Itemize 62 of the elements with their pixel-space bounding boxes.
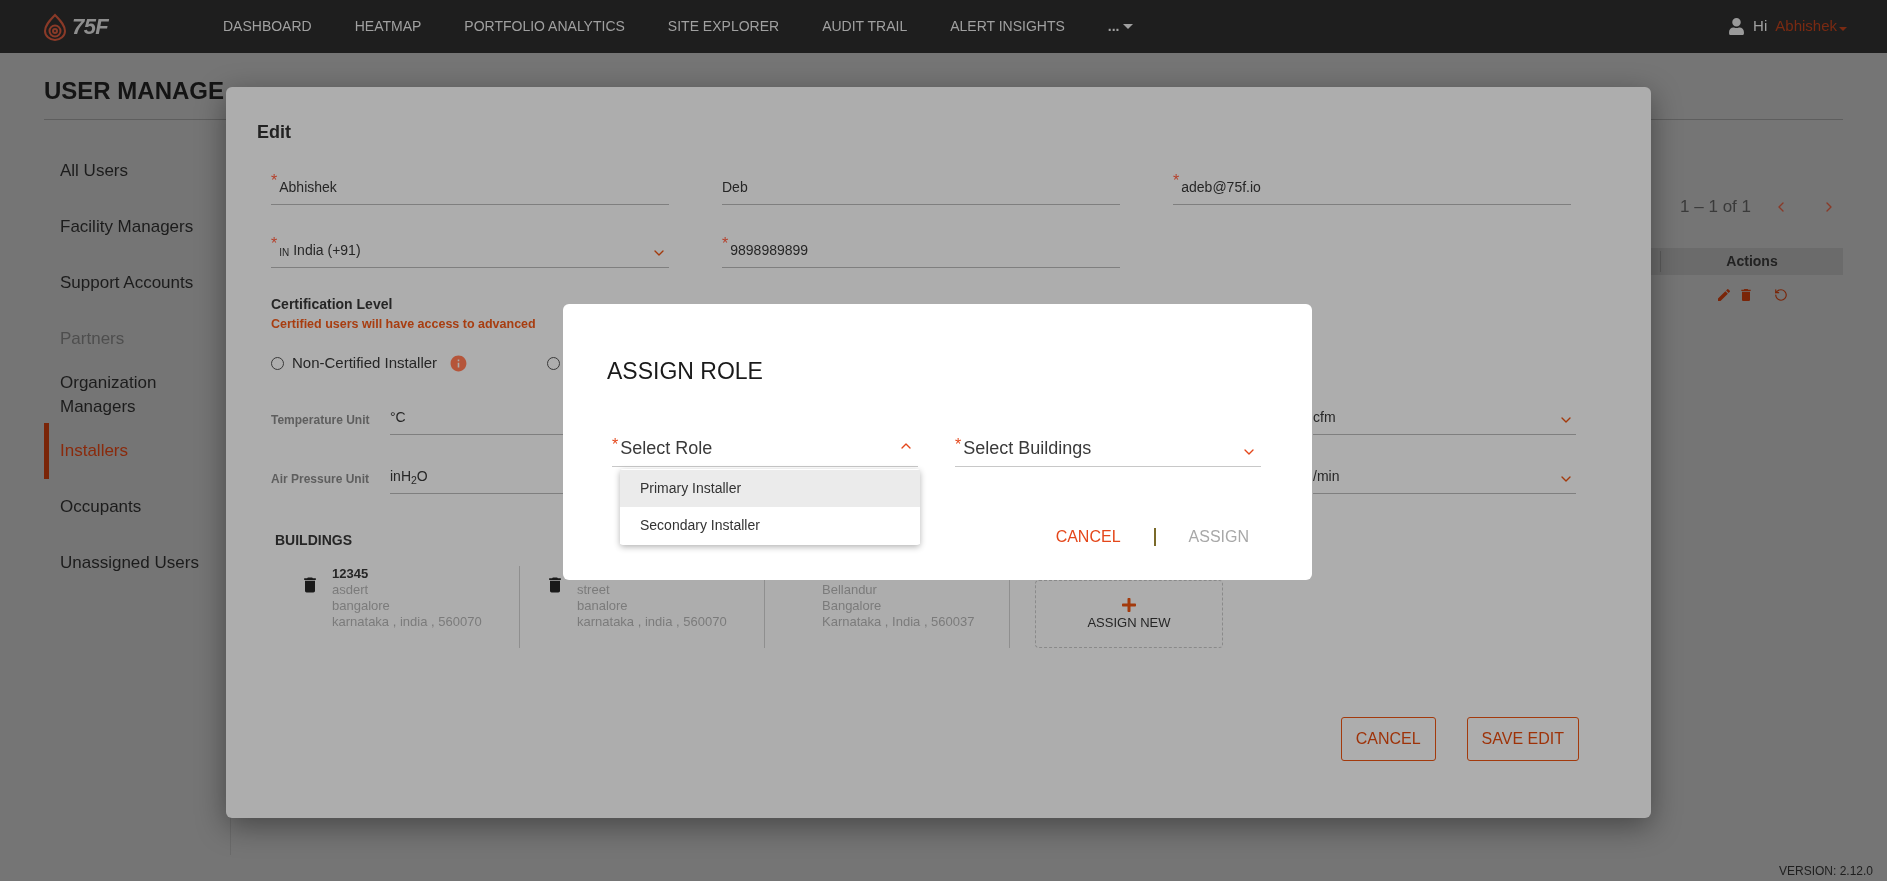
dialog-title: ASSIGN ROLE bbox=[607, 358, 763, 384]
field-value: 9898989899 bbox=[730, 241, 809, 260]
text-field[interactable]: Deb bbox=[722, 173, 1120, 205]
sidebar-item[interactable]: Unassigned Users bbox=[44, 535, 230, 591]
nav-link[interactable]: DASHBOARD bbox=[223, 16, 312, 37]
required-mark: * bbox=[955, 436, 962, 453]
section-title: Certification Level bbox=[271, 295, 394, 314]
edit-icon[interactable] bbox=[1715, 286, 1732, 303]
sidebar-item[interactable]: All Users bbox=[44, 143, 230, 199]
caret-icon bbox=[1123, 24, 1134, 29]
select-field[interactable]: *Select Role bbox=[612, 436, 918, 467]
nav-link[interactable]: HEATMAP bbox=[354, 16, 422, 37]
required-mark: * bbox=[612, 436, 619, 453]
page-title: USER MANAGE bbox=[44, 77, 224, 104]
field-value: India (+91) bbox=[293, 241, 361, 260]
unit-select[interactable]: cfm bbox=[1313, 403, 1576, 436]
field-value: cfm bbox=[1313, 408, 1336, 428]
nav-link[interactable]: ALERT INSIGHTS bbox=[950, 16, 1065, 37]
unit-label: Air Pressure Unit bbox=[271, 471, 371, 489]
nav-link[interactable]: SITE EXPLORER bbox=[667, 16, 780, 37]
sidebar-item[interactable]: Occupants bbox=[44, 479, 230, 535]
country-code: IN bbox=[279, 246, 290, 260]
required-mark: * bbox=[271, 173, 278, 189]
field-value: adeb@75f.io bbox=[1181, 178, 1261, 197]
required-mark: * bbox=[1173, 173, 1180, 189]
flame-logo-icon bbox=[42, 12, 68, 41]
version-text: VERSION: 2.12.0 bbox=[1778, 863, 1873, 880]
field-value: °C bbox=[390, 408, 406, 428]
caret-icon bbox=[1839, 26, 1847, 31]
dialog-title: Edit bbox=[257, 122, 291, 142]
field-value: Abhishek bbox=[279, 178, 337, 197]
section-title: BUILDINGS bbox=[275, 532, 352, 549]
user-icon bbox=[1728, 18, 1746, 35]
sidebar-item[interactable]: Organization Managers bbox=[44, 367, 230, 423]
cancel-button[interactable]: CANCEL bbox=[1055, 524, 1121, 549]
field-value: Deb bbox=[722, 178, 748, 197]
pagination-text: 1 – 1 of 1 bbox=[1680, 196, 1751, 218]
select-placeholder: Select Role bbox=[620, 436, 713, 460]
logo-text: 75F bbox=[72, 13, 109, 41]
greeting-text: Hi bbox=[1753, 16, 1768, 37]
select-field[interactable]: *Select Buildings bbox=[955, 436, 1261, 467]
nav-link[interactable]: AUDIT TRAIL bbox=[822, 16, 908, 37]
unit-label: Temperature Unit bbox=[271, 412, 371, 430]
info-icon bbox=[449, 353, 469, 373]
reset-icon[interactable] bbox=[1773, 287, 1788, 302]
field-value: /min bbox=[1313, 467, 1340, 487]
more-menu-button[interactable]: ... bbox=[1107, 16, 1134, 37]
sidebar-item[interactable]: Support Accounts bbox=[44, 255, 230, 311]
select-placeholder: Select Buildings bbox=[963, 436, 1092, 460]
menu-option[interactable]: Primary Installer bbox=[620, 470, 920, 507]
building-name: 12345 bbox=[332, 566, 370, 583]
menu-option[interactable]: Secondary Installer bbox=[620, 507, 920, 544]
sidebar-item[interactable]: Facility Managers bbox=[44, 199, 230, 255]
warning-text: Certified users will have access to advanced bbox=[271, 316, 537, 333]
field-value: inH$_{2}$O bbox=[390, 467, 428, 488]
required-mark: * bbox=[271, 236, 278, 252]
radio-label: Non-Certified Installer bbox=[292, 352, 438, 373]
nav-link[interactable]: PORTFOLIO ANALYTICS bbox=[464, 16, 625, 37]
unit-select[interactable]: /min bbox=[1313, 462, 1576, 495]
plus-icon bbox=[1121, 596, 1137, 613]
required-mark: * bbox=[722, 236, 729, 252]
column-header: Actions bbox=[1660, 250, 1843, 272]
